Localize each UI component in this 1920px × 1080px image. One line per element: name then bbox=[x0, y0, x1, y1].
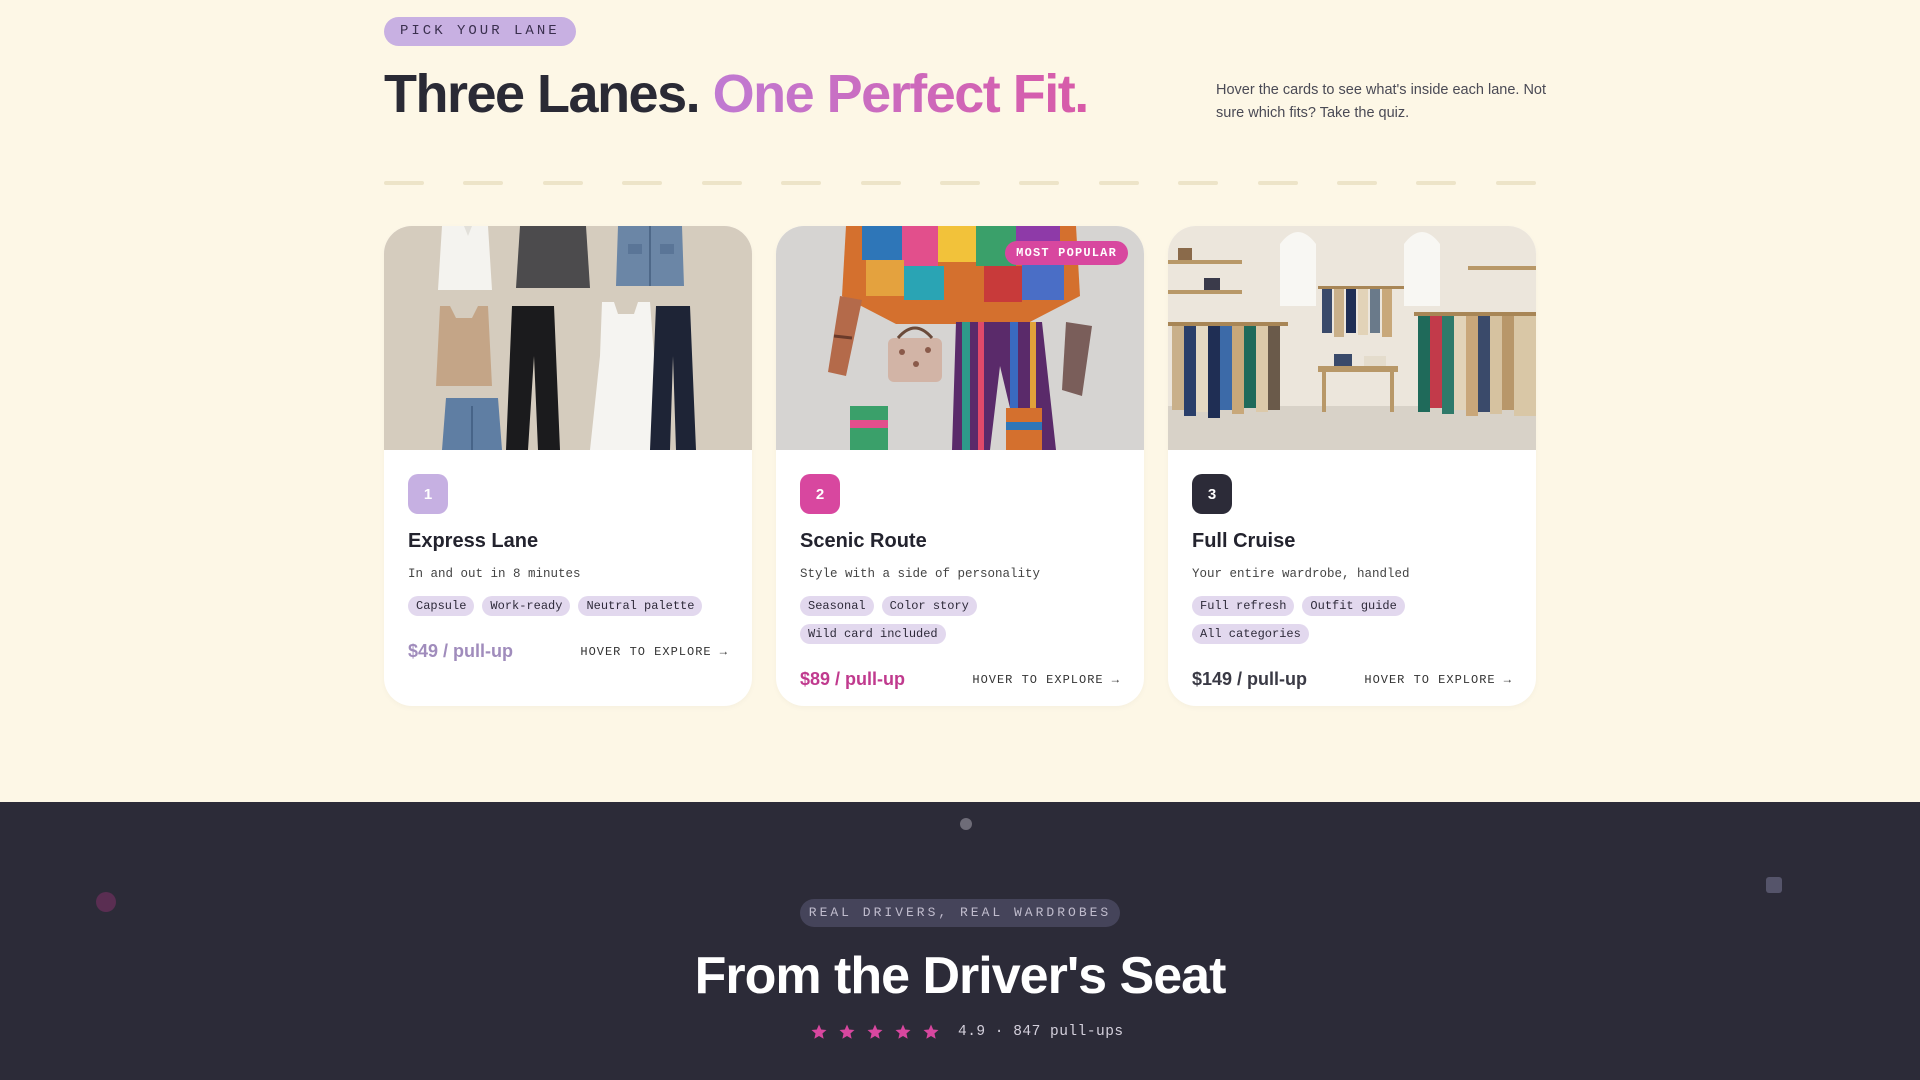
headline-part-1: Three Lanes. bbox=[384, 64, 701, 124]
lane-tags: Full refresh Outfit guide All categories bbox=[1192, 596, 1502, 644]
most-popular-badge: MOST POPULAR bbox=[1005, 241, 1128, 265]
section-eyebrow-badge: PICK YOUR LANE bbox=[384, 17, 576, 46]
intro-text: Hover the cards to see what's inside eac… bbox=[1216, 82, 1547, 121]
testimonials-title: From the Driver's Seat bbox=[694, 947, 1227, 1005]
star-icon bbox=[923, 1024, 939, 1039]
rating-text: 4.9 · 847 pull-ups bbox=[958, 1024, 1124, 1040]
card-footer: $149 / pull-up HOVER TO EXPLORE → bbox=[1192, 669, 1512, 690]
dashed-divider bbox=[384, 181, 1536, 185]
lane-title: Full Cruise bbox=[1192, 530, 1296, 552]
lane-tags: Capsule Work-ready Neutral palette bbox=[408, 596, 718, 616]
card-footer: $49 / pull-up HOVER TO EXPLORE → bbox=[408, 641, 728, 662]
testimonials-eyebrow-badge: REAL DRIVERS, REAL WARDROBES bbox=[800, 899, 1120, 927]
hover-to-explore-link[interactable]: HOVER TO EXPLORE → bbox=[580, 645, 728, 659]
tag: Seasonal bbox=[800, 596, 874, 616]
rating-summary: 4.9 · 847 pull-ups bbox=[810, 1020, 1124, 1044]
lane-price: $49 / pull-up bbox=[408, 641, 514, 661]
tag: Full refresh bbox=[1192, 596, 1295, 616]
tag: Wild card included bbox=[800, 624, 946, 644]
lane-subtitle: Style with a side of personality bbox=[800, 567, 1041, 581]
lane-subtitle: Your entire wardrobe, handled bbox=[1192, 567, 1410, 581]
tag: Work-ready bbox=[482, 596, 571, 616]
lane-title: Express Lane bbox=[408, 530, 539, 552]
lane-card-full-cruise[interactable]: 3 Full Cruise Your entire wardrobe, hand… bbox=[1168, 226, 1536, 706]
tag: Color story bbox=[881, 596, 977, 616]
lane-subtitle: In and out in 8 minutes bbox=[408, 567, 581, 581]
lane-number-badge: 2 bbox=[800, 474, 840, 514]
decorative-dot bbox=[96, 892, 116, 912]
card-body: 1 Express Lane In and out in 8 minutes C… bbox=[408, 474, 728, 706]
decorative-dot bbox=[960, 818, 972, 830]
colorful-outfit-image: MOST POPULAR bbox=[776, 226, 1144, 450]
star-icon bbox=[867, 1024, 883, 1039]
card-footer: $89 / pull-up HOVER TO EXPLORE → bbox=[800, 669, 1120, 690]
decorative-square bbox=[1766, 877, 1782, 893]
tag: All categories bbox=[1192, 624, 1309, 644]
lane-card-express[interactable]: 1 Express Lane In and out in 8 minutes C… bbox=[384, 226, 752, 706]
lanes-section: PICK YOUR LANE Three Lanes. One Perfect … bbox=[0, 0, 1920, 802]
lane-price: $89 / pull-up bbox=[800, 669, 906, 689]
headline-part-2: One Perfect Fit. bbox=[712, 64, 1090, 124]
lane-number-badge: 3 bbox=[1192, 474, 1232, 514]
capsule-wardrobe-image bbox=[384, 226, 752, 450]
lane-number-badge: 1 bbox=[408, 474, 448, 514]
tag: Neutral palette bbox=[578, 596, 703, 616]
testimonials-section: REAL DRIVERS, REAL WARDROBES From the Dr… bbox=[0, 802, 1920, 1080]
tag: Capsule bbox=[408, 596, 475, 616]
lane-cards: 1 Express Lane In and out in 8 minutes C… bbox=[384, 226, 1536, 706]
hover-to-explore-link[interactable]: HOVER TO EXPLORE → bbox=[1364, 673, 1512, 687]
lane-tags: Seasonal Color story Wild card included bbox=[800, 596, 1110, 644]
hover-to-explore-link[interactable]: HOVER TO EXPLORE → bbox=[972, 673, 1120, 687]
lane-price: $149 / pull-up bbox=[1192, 669, 1308, 689]
boutique-store-image bbox=[1168, 226, 1536, 450]
star-icon bbox=[839, 1024, 855, 1039]
star-icon bbox=[811, 1024, 827, 1039]
tag: Outfit guide bbox=[1302, 596, 1405, 616]
lane-title: Scenic Route bbox=[800, 530, 927, 552]
page-headline: Three Lanes. One Perfect Fit. bbox=[384, 62, 1090, 126]
star-icon bbox=[895, 1024, 911, 1039]
lane-card-scenic[interactable]: MOST POPULAR 2 Scenic Route Style with a… bbox=[776, 226, 1144, 706]
